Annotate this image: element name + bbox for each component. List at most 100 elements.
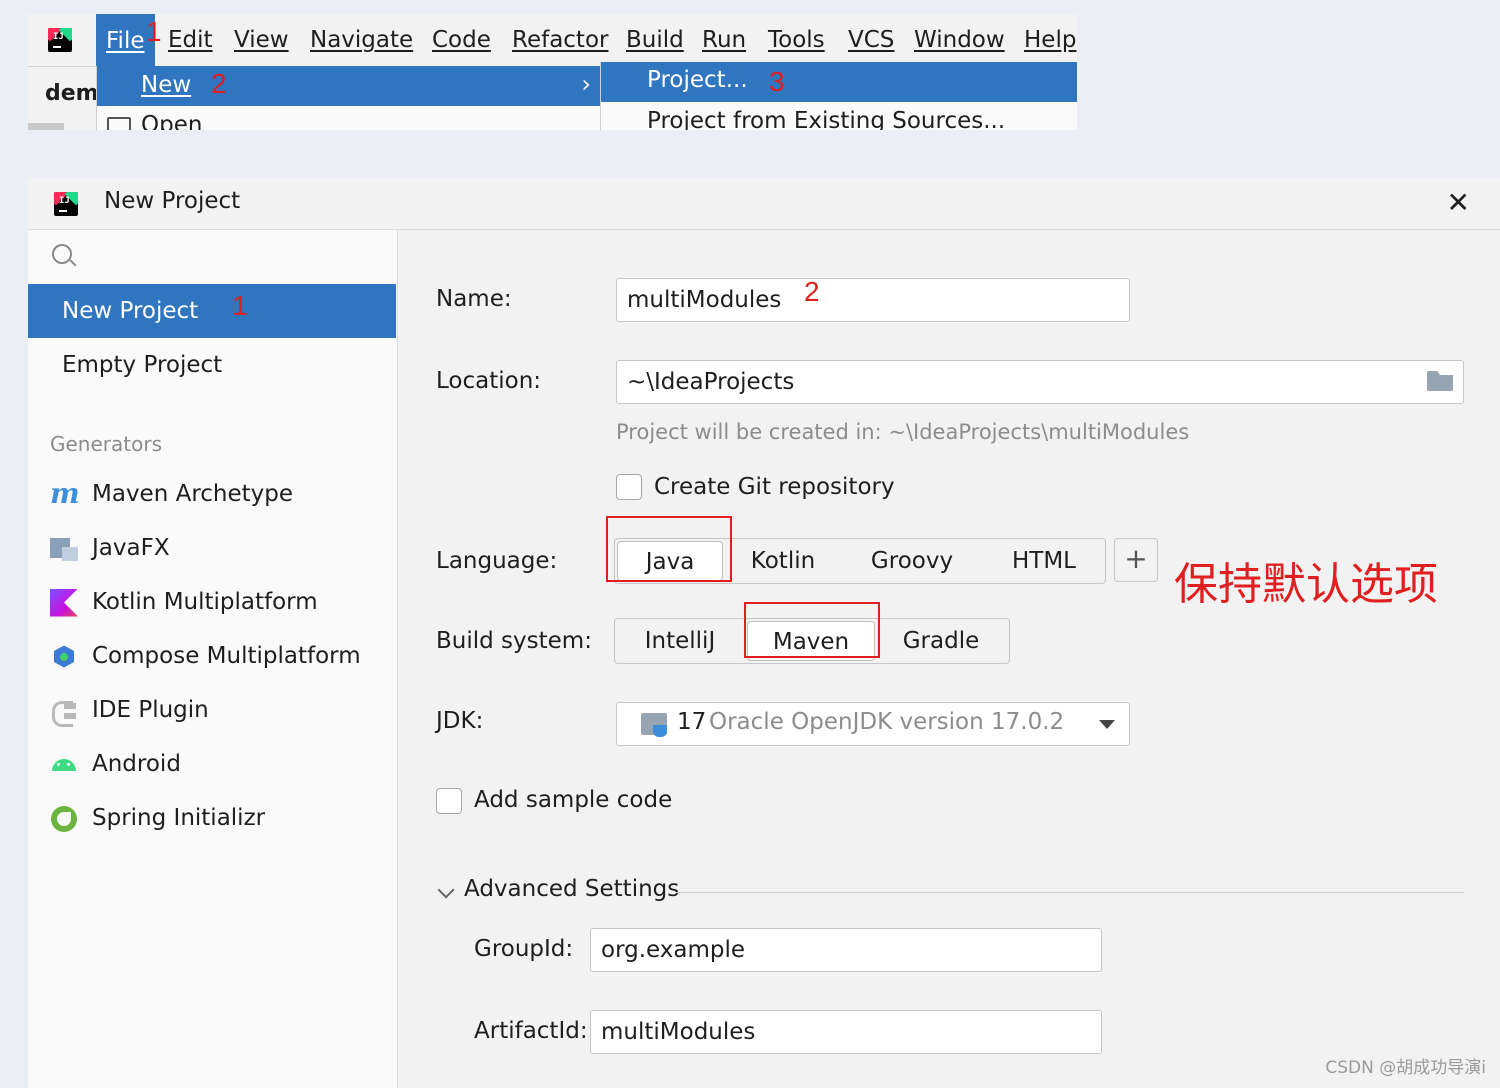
sidebar-item-ide-plugin[interactable]: IDE Plugin bbox=[50, 690, 209, 730]
menu-refactor[interactable]: Refactor bbox=[512, 22, 608, 58]
close-icon[interactable]: ✕ bbox=[1447, 186, 1470, 219]
jdk-dropdown[interactable]: 17 Oracle OpenJDK version 17.0.2 bbox=[616, 702, 1130, 746]
menu-vcs[interactable]: VCS bbox=[848, 22, 894, 58]
sidebar-item-label: JavaFX bbox=[92, 535, 170, 561]
project-type-sidebar: New Project 1 Empty Project Generators m… bbox=[28, 230, 398, 1088]
annotation-sidebar-1: 1 bbox=[232, 290, 248, 321]
browse-folder-icon[interactable] bbox=[1427, 371, 1453, 391]
menu-view[interactable]: View bbox=[234, 22, 289, 58]
artifactid-input[interactable]: multiModules bbox=[590, 1010, 1102, 1054]
build-gradle[interactable]: Gradle bbox=[877, 619, 1005, 663]
sidebar-item-empty-project[interactable]: Empty Project bbox=[28, 338, 396, 392]
chevron-right-icon: › bbox=[581, 70, 591, 98]
kotlin-icon bbox=[50, 588, 78, 617]
sidebar-item-maven-archetype[interactable]: m Maven Archetype bbox=[50, 474, 293, 514]
menu-bar: IJ File Edit View Navigate Code Refactor… bbox=[28, 14, 1077, 66]
sidebar-item-label: Android bbox=[92, 751, 181, 777]
annotation-step-2: 2 bbox=[211, 68, 227, 99]
menu-navigate[interactable]: Navigate bbox=[310, 22, 413, 58]
sidebar-item-label: Empty Project bbox=[62, 352, 223, 378]
annotation-keep-defaults: 保持默认选项 bbox=[1174, 559, 1438, 610]
advanced-divider bbox=[676, 892, 1464, 893]
jdk-description: Oracle OpenJDK version 17.0.2 bbox=[709, 709, 1065, 735]
chevron-down-icon[interactable] bbox=[437, 881, 455, 899]
sidebar-item-kotlin-multiplatform[interactable]: Kotlin Multiplatform bbox=[50, 582, 318, 622]
dialog-titlebar: IJ New Project ✕ bbox=[28, 178, 1500, 230]
sidebar-item-javafx[interactable]: JavaFX bbox=[50, 528, 170, 568]
build-intellij[interactable]: IntelliJ bbox=[615, 619, 745, 663]
menu-new-label: New bbox=[141, 72, 192, 98]
dialog-title: New Project bbox=[104, 188, 241, 214]
search-icon[interactable] bbox=[52, 244, 72, 264]
jdk-label: JDK: bbox=[436, 708, 484, 734]
intellij-logo-icon: IJ bbox=[54, 192, 78, 216]
language-selector: Java Kotlin Groovy HTML bbox=[614, 538, 1106, 584]
sidebar-item-spring-initializr[interactable]: Spring Initializr bbox=[50, 798, 265, 838]
spring-icon bbox=[50, 805, 78, 833]
menu-project[interactable]: Project... bbox=[601, 62, 1077, 102]
language-label: Language: bbox=[436, 548, 558, 574]
annotation-step-3: 3 bbox=[769, 66, 785, 97]
menu-project-label: Project... bbox=[647, 67, 748, 93]
add-sample-code-checkbox[interactable] bbox=[436, 788, 462, 814]
menu-edit[interactable]: Edit bbox=[168, 22, 213, 58]
menu-screenshot: IJ File Edit View Navigate Code Refactor… bbox=[28, 14, 1077, 130]
menu-tools[interactable]: Tools bbox=[768, 22, 825, 58]
artifactid-label: ArtifactId: bbox=[474, 1018, 588, 1044]
location-value: ~\IdeaProjects bbox=[627, 369, 795, 395]
location-hint: Project will be created in: ~\IdeaProjec… bbox=[616, 420, 1190, 444]
menu-build[interactable]: Build bbox=[626, 22, 684, 58]
location-input[interactable]: ~\IdeaProjects bbox=[616, 360, 1464, 404]
new-project-dialog: IJ New Project ✕ New Project 1 Empty Pro… bbox=[28, 178, 1500, 1088]
name-label: Name: bbox=[436, 286, 512, 312]
build-maven[interactable]: Maven bbox=[747, 621, 875, 661]
create-git-checkbox[interactable] bbox=[616, 474, 642, 500]
language-html[interactable]: HTML bbox=[983, 539, 1105, 583]
generators-heading: Generators bbox=[50, 432, 162, 456]
build-system-label: Build system: bbox=[436, 628, 592, 654]
add-language-button[interactable]: + bbox=[1114, 538, 1158, 582]
project-form: Name: multiModules 2 Location: ~\IdeaPro… bbox=[398, 230, 1500, 1088]
maven-icon: m bbox=[50, 476, 80, 510]
watermark: CSDN @胡成功导演i bbox=[1325, 1058, 1486, 1078]
groupid-label: GroupId: bbox=[474, 936, 574, 962]
editor-tab-strip: dem bbox=[28, 66, 99, 130]
tab-underline bbox=[28, 123, 64, 130]
create-git-label: Create Git repository bbox=[654, 474, 895, 500]
sidebar-item-label: Compose Multiplatform bbox=[92, 643, 361, 669]
menu-window[interactable]: Window bbox=[914, 22, 1005, 58]
sidebar-item-label: IDE Plugin bbox=[92, 697, 209, 723]
javafx-icon bbox=[50, 535, 78, 563]
android-icon bbox=[50, 751, 78, 779]
annotation-name-2: 2 bbox=[804, 276, 820, 307]
language-java[interactable]: Java bbox=[617, 541, 723, 581]
annotation-step-1: 1 bbox=[146, 16, 162, 47]
editor-tab-label[interactable]: dem bbox=[45, 81, 99, 106]
new-submenu: Project... 3 Project from Existing Sourc… bbox=[600, 62, 1077, 130]
intellij-logo-icon: IJ bbox=[48, 28, 72, 52]
advanced-settings-toggle[interactable]: Advanced Settings bbox=[464, 876, 679, 902]
menu-project-from-existing[interactable]: Project from Existing Sources... bbox=[647, 108, 1005, 130]
compose-icon bbox=[50, 643, 78, 671]
build-system-selector: IntelliJ Maven Gradle bbox=[614, 618, 1010, 664]
groupid-input[interactable]: org.example bbox=[590, 928, 1102, 972]
menu-open[interactable]: Open bbox=[107, 112, 202, 130]
language-groovy[interactable]: Groovy bbox=[841, 539, 983, 583]
jdk-version: 17 bbox=[677, 709, 707, 735]
add-sample-code-label: Add sample code bbox=[474, 787, 673, 813]
folder-icon bbox=[107, 117, 131, 130]
sidebar-item-new-project[interactable]: New Project bbox=[28, 284, 396, 338]
sidebar-item-label: Maven Archetype bbox=[92, 481, 294, 507]
menu-run[interactable]: Run bbox=[702, 22, 746, 58]
menu-code[interactable]: Code bbox=[432, 22, 491, 58]
chevron-down-icon bbox=[1099, 720, 1115, 729]
jdk-folder-icon bbox=[641, 713, 667, 737]
menu-help[interactable]: Help bbox=[1024, 22, 1076, 58]
name-input[interactable]: multiModules bbox=[616, 278, 1130, 322]
file-menu-dropdown: New › 2 Open bbox=[96, 66, 601, 130]
sidebar-item-compose-multiplatform[interactable]: Compose Multiplatform bbox=[50, 636, 361, 676]
sidebar-item-label: Kotlin Multiplatform bbox=[92, 589, 318, 615]
language-kotlin[interactable]: Kotlin bbox=[725, 539, 841, 583]
sidebar-item-android[interactable]: Android bbox=[50, 744, 181, 784]
menu-new[interactable]: New › bbox=[97, 66, 601, 106]
